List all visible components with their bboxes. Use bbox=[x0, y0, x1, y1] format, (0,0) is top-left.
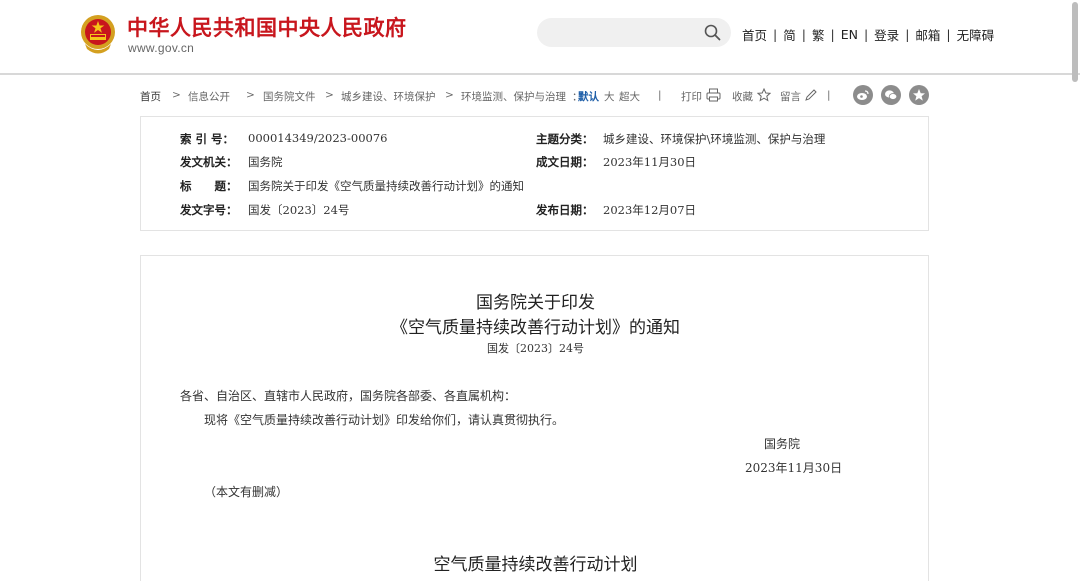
nav-separator: | bbox=[773, 27, 778, 42]
breadcrumb-state-council-docs[interactable]: 国务院文件 bbox=[263, 89, 316, 104]
nav-home[interactable]: 首页 bbox=[742, 25, 767, 44]
doc-number-value: 国发〔2023〕24号 bbox=[248, 203, 350, 217]
document-number: 国发〔2023〕24号 bbox=[487, 342, 584, 355]
publish-date-value: 2023年12月07日 bbox=[603, 203, 697, 217]
nav-simplified[interactable]: 简 bbox=[783, 25, 796, 44]
site-title[interactable]: 中华人民共和国中央人民政府 bbox=[127, 12, 407, 42]
topic-value: 城乡建设、环境保护\环境监测、保护与治理 bbox=[603, 132, 826, 146]
nav-accessibility[interactable]: 无障碍 bbox=[957, 25, 995, 44]
written-date-label: 成文日期： bbox=[536, 155, 594, 169]
doc-number-label: 发文字号： bbox=[180, 203, 238, 217]
breadcrumb-home[interactable]: 首页 bbox=[140, 89, 161, 104]
document-body-text: 现将《空气质量持续改善行动计划》印发给你们，请认真贯彻执行。 bbox=[204, 413, 565, 427]
nav-separator: | bbox=[946, 27, 951, 42]
toolbar-separator: | bbox=[827, 89, 831, 101]
favorite-label[interactable]: 收藏 bbox=[732, 89, 753, 104]
document-signature: 国务院 bbox=[764, 437, 801, 451]
star-icon[interactable] bbox=[757, 88, 771, 102]
pencil-icon[interactable] bbox=[804, 88, 817, 102]
document-metadata: 索 引 号： 000014349/2023-00076 主题分类： 城乡建设、环… bbox=[140, 116, 929, 231]
breadcrumb-urban-environment[interactable]: 城乡建设、环境保护 bbox=[341, 89, 436, 104]
wechat-icon[interactable] bbox=[881, 85, 901, 105]
topic-label: 主题分类： bbox=[536, 132, 594, 146]
document-addressee: 各省、自治区、直辖市人民政府，国务院各部委、各直属机构： bbox=[180, 389, 517, 403]
site-url[interactable]: www.gov.cn bbox=[128, 41, 194, 55]
nav-traditional[interactable]: 繁 bbox=[812, 25, 825, 44]
title-label: 标 题： bbox=[180, 179, 238, 193]
nav-english[interactable]: EN bbox=[841, 27, 858, 42]
index-number-label: 索 引 号： bbox=[180, 132, 235, 146]
nav-separator: | bbox=[830, 27, 835, 42]
title-value: 国务院关于印发《空气质量持续改善行动计划》的通知 bbox=[248, 179, 524, 193]
search-icon[interactable] bbox=[704, 24, 721, 41]
qzone-icon[interactable] bbox=[909, 85, 929, 105]
breadcrumb-separator: > bbox=[445, 89, 454, 101]
document-title-line2: 《空气质量持续改善行动计划》的通知 bbox=[391, 318, 680, 338]
national-emblem-icon[interactable] bbox=[79, 14, 117, 54]
search-input[interactable] bbox=[537, 18, 731, 47]
publish-date-label: 发布日期： bbox=[536, 203, 594, 217]
font-size-large[interactable]: 大 bbox=[604, 89, 615, 104]
document-body: 国务院关于印发 《空气质量持续改善行动计划》的通知 国发〔2023〕24号 各省… bbox=[140, 255, 929, 581]
font-size-default[interactable]: 默认 bbox=[578, 89, 599, 104]
nav-mailbox[interactable]: 邮箱 bbox=[915, 25, 940, 44]
issuer-label: 发文机关： bbox=[180, 155, 238, 169]
written-date-value: 2023年11月30日 bbox=[603, 155, 697, 169]
nav-separator: | bbox=[863, 27, 869, 42]
document-note: （本文有删减） bbox=[204, 485, 289, 499]
breadcrumb-separator: > bbox=[246, 89, 255, 101]
index-number-value: 000014349/2023-00076 bbox=[248, 131, 388, 145]
nav-separator: | bbox=[905, 27, 910, 42]
printer-icon[interactable] bbox=[706, 88, 721, 102]
plan-title: 空气质量持续改善行动计划 bbox=[433, 555, 638, 575]
breadcrumb-env-monitoring[interactable]: 环境监测、保护与治理 bbox=[461, 89, 566, 104]
top-nav: 首页 | 简 | 繁 | EN | 登录 | 邮箱 | 无障碍 bbox=[742, 25, 994, 44]
print-label[interactable]: 打印 bbox=[681, 89, 702, 104]
site-header: 中华人民共和国中央人民政府 www.gov.cn 首页 | 简 | 繁 | EN | 登… bbox=[0, 0, 1080, 75]
breadcrumb-separator: > bbox=[172, 89, 181, 101]
breadcrumb: 首页 > 信息公开 > 国务院文件 > 城乡建设、环境保护 > 环境监测、保护与… bbox=[140, 85, 930, 105]
document-date: 2023年11月30日 bbox=[745, 461, 843, 475]
toolbar-separator: | bbox=[658, 89, 662, 101]
nav-login[interactable]: 登录 bbox=[874, 25, 899, 44]
issuer-value: 国务院 bbox=[248, 155, 283, 169]
document-title-line1: 国务院关于印发 bbox=[476, 293, 595, 313]
nav-separator: | bbox=[801, 27, 806, 42]
weibo-icon[interactable] bbox=[853, 85, 873, 105]
font-size-extra-large[interactable]: 超大 bbox=[619, 89, 640, 104]
breadcrumb-separator: > bbox=[325, 89, 334, 101]
breadcrumb-info-disclosure[interactable]: 信息公开 bbox=[188, 89, 230, 104]
comment-label[interactable]: 留言 bbox=[780, 89, 801, 104]
scrollbar-thumb[interactable] bbox=[1072, 2, 1078, 82]
